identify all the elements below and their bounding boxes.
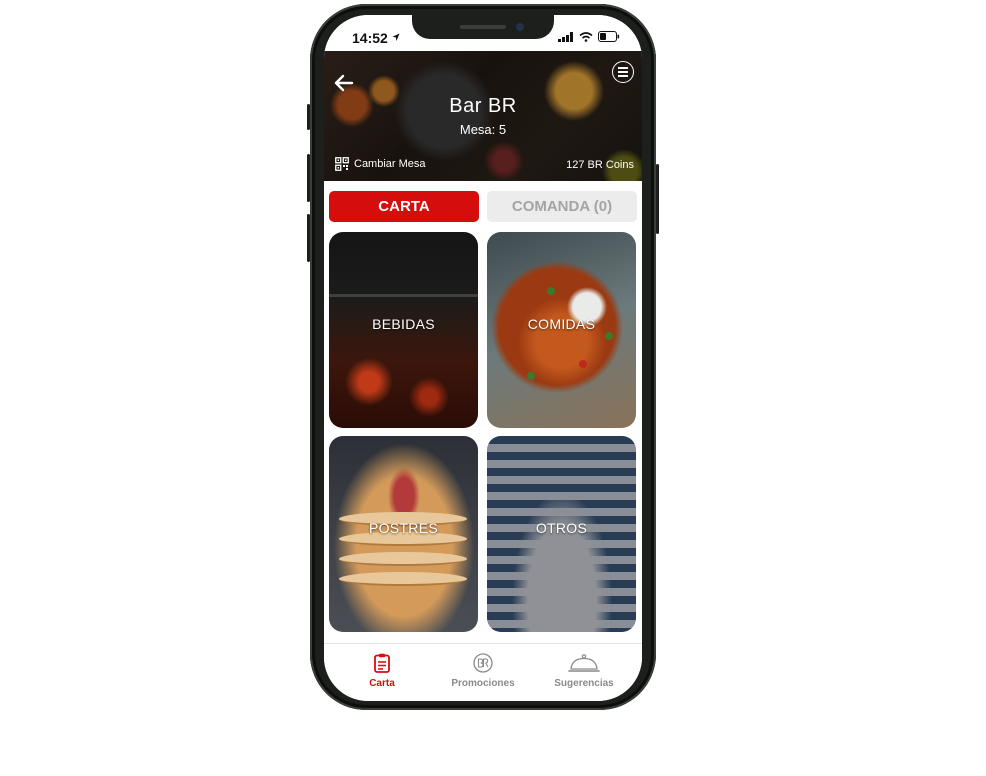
nav-sugerencias[interactable]: Sugerencias xyxy=(539,652,629,689)
category-grid: BEBIDAS COMIDAS POSTRES OTROS xyxy=(329,232,637,632)
herb-decoration xyxy=(547,287,555,295)
category-label: OTROS xyxy=(535,520,588,536)
nav-carta[interactable]: Carta xyxy=(337,652,427,689)
nav-promociones[interactable]: Promociones xyxy=(438,652,528,689)
cloche-icon xyxy=(568,654,600,672)
nav-label: Promociones xyxy=(451,678,515,689)
category-card-otros[interactable]: OTROS xyxy=(487,436,636,632)
back-button[interactable] xyxy=(332,71,356,95)
tomato-decoration xyxy=(579,360,587,368)
category-card-bebidas[interactable]: BEBIDAS xyxy=(329,232,478,428)
glass-rim-decoration xyxy=(329,294,478,297)
table-number: Mesa: 5 xyxy=(459,122,507,137)
volume-up-button xyxy=(307,154,310,202)
mute-switch xyxy=(307,104,310,130)
menu-button[interactable] xyxy=(612,61,634,83)
coins-balance: 127 BR Coins xyxy=(566,159,634,171)
signal-icon xyxy=(558,31,573,42)
wifi-icon xyxy=(579,31,593,42)
volume-down-button xyxy=(307,214,310,262)
battery-icon xyxy=(598,31,620,42)
category-label: COMIDAS xyxy=(527,316,596,332)
venue-header: Bar BR Mesa: 5 Cambiar Mesa 127 BR Coins xyxy=(324,51,642,181)
tab-comanda[interactable]: COMANDA (0) xyxy=(487,191,637,222)
menu-tabs: CARTA COMANDA (0) xyxy=(329,191,637,222)
status-bar: 14:52 xyxy=(324,15,642,51)
venue-name: Bar BR xyxy=(449,95,517,117)
herb-decoration xyxy=(605,332,613,340)
herb-decoration xyxy=(527,372,535,380)
change-table-label: Cambiar Mesa xyxy=(354,158,426,170)
change-table-button[interactable]: Cambiar Mesa xyxy=(335,157,426,171)
pancake-decoration xyxy=(339,572,467,586)
bottom-nav: Carta Promociones Sugerencias xyxy=(324,643,642,701)
arrow-left-icon xyxy=(334,74,354,92)
category-label: POSTRES xyxy=(368,520,438,536)
power-button xyxy=(656,164,659,234)
category-label: BEBIDAS xyxy=(372,316,435,332)
status-time: 14:52 xyxy=(352,30,388,46)
br-logo-icon xyxy=(473,653,493,673)
qr-code-icon xyxy=(335,157,349,171)
category-card-comidas[interactable]: COMIDAS xyxy=(487,232,636,428)
speaker-grille xyxy=(460,25,506,29)
status-icons xyxy=(558,31,620,42)
category-card-postres[interactable]: POSTRES xyxy=(329,436,478,632)
tab-carta[interactable]: CARTA xyxy=(329,191,479,222)
app-screen: 14:52 Bar BR Mesa: 5 Cambiar Mesa 127 BR… xyxy=(324,15,642,701)
notch xyxy=(412,15,554,39)
nav-label: Carta xyxy=(369,678,395,689)
nav-label: Sugerencias xyxy=(554,678,614,689)
pancake-decoration xyxy=(339,552,467,566)
phone-frame: 14:52 Bar BR Mesa: 5 Cambiar Mesa 127 BR… xyxy=(307,4,659,710)
clipboard-icon xyxy=(374,653,390,673)
front-camera xyxy=(516,23,524,31)
location-arrow-icon xyxy=(392,33,400,41)
